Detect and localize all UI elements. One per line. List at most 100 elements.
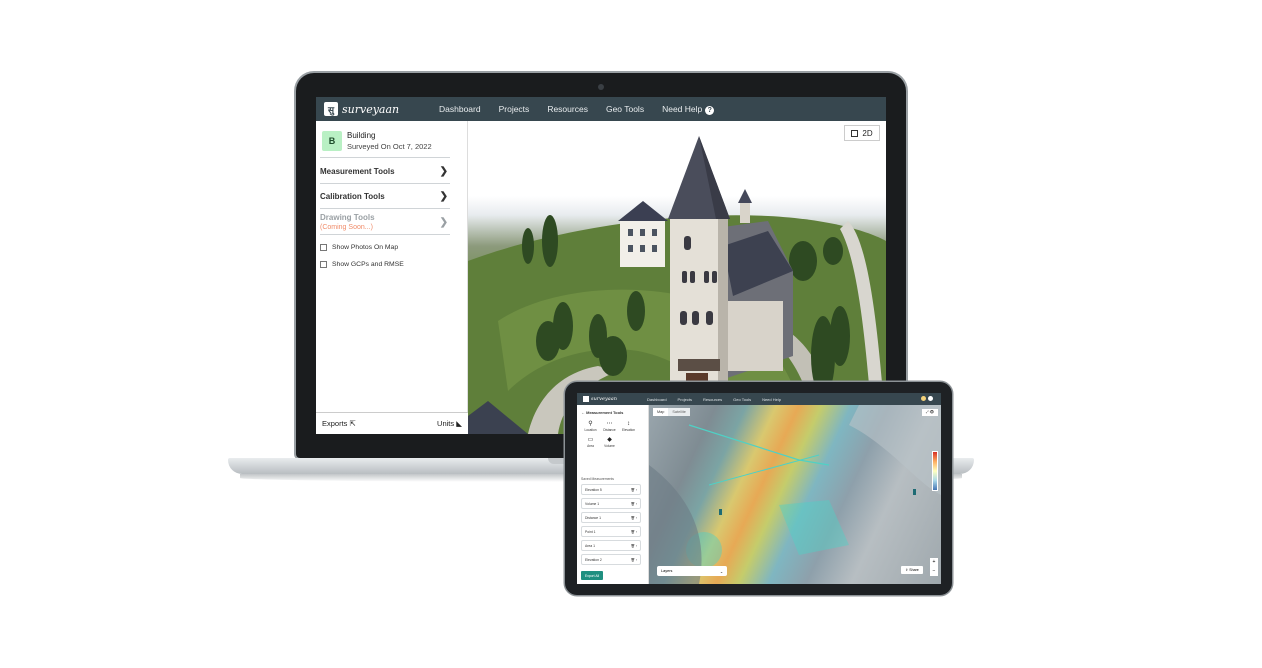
- left-sidebar: B Building Surveyed On Oct 7, 2022 Measu…: [316, 121, 468, 434]
- tool-location-label: Location: [584, 428, 597, 432]
- list-item[interactable]: Area 1 🗑 ›: [581, 540, 641, 551]
- square-icon: [851, 129, 859, 137]
- list-item[interactable]: Volume 1 🗑 ›: [581, 498, 641, 509]
- trash-icon[interactable]: 🗑 ›: [631, 488, 637, 492]
- units-button[interactable]: Units ◣: [437, 419, 462, 428]
- logo-mark-icon: सु: [324, 102, 338, 116]
- units-label: Units: [437, 419, 455, 428]
- project-card[interactable]: B Building Surveyed On Oct 7, 2022: [322, 131, 450, 155]
- divider: [320, 234, 450, 235]
- zoom-controls[interactable]: + −: [930, 558, 938, 576]
- user-avatar-icon[interactable]: [928, 396, 933, 401]
- tool-area-label: Area: [587, 444, 594, 448]
- tablet-nav-need-help[interactable]: Need Help: [762, 397, 781, 402]
- volume-icon: ◆: [607, 437, 612, 443]
- trash-icon[interactable]: 🗑 ›: [631, 502, 637, 506]
- nav-need-help-label: Need Help: [662, 103, 703, 114]
- measurement-name: Point 1: [585, 529, 596, 534]
- nav-dashboard[interactable]: Dashboard: [439, 104, 481, 115]
- tool-elevation[interactable]: ↕ Elevation: [619, 421, 638, 437]
- tablet-nav-resources[interactable]: Resources: [703, 397, 722, 402]
- sidebar-footer: Exports ⇱ Units ◣: [316, 412, 468, 434]
- trash-icon[interactable]: 🗑 ›: [631, 516, 637, 520]
- tablet-navbar: surveyaan Dashboard Projects Resources G…: [577, 393, 941, 405]
- export-icon: ⇱: [349, 419, 356, 428]
- tool-volume-label: Volume: [604, 444, 615, 448]
- layers-dropdown[interactable]: Layers ⌄: [657, 566, 727, 576]
- show-gcps-label: Show GCPs and RMSE: [332, 261, 404, 268]
- tablet-nav-projects[interactable]: Projects: [678, 397, 692, 402]
- tablet-screen: surveyaan Dashboard Projects Resources G…: [577, 393, 941, 584]
- chevron-down-icon: ⌄: [719, 569, 723, 574]
- list-item[interactable]: Elevation 5 🗑 ›: [581, 484, 641, 495]
- map-type-tabs: Map Satellite: [653, 408, 690, 416]
- project-name: Building: [347, 131, 376, 140]
- tablet-tool-grid: ⚲ Location ⋯ Distance ↕ Elevation ▭ Area ◆ Vo…: [581, 421, 645, 453]
- tool-distance[interactable]: ⋯ Distance: [600, 421, 619, 437]
- tablet-brand-name: surveyaan: [591, 396, 617, 402]
- brand-logo[interactable]: सु surveyaan: [324, 102, 424, 116]
- drawing-tools-label: Drawing Tools: [320, 213, 375, 222]
- drawing-tools-row: Drawing Tools (Coming Soon...) ❯: [320, 209, 450, 235]
- list-item[interactable]: Elevation 2 🗑 ›: [581, 554, 641, 565]
- ruler-triangle-icon: ◣: [456, 419, 462, 428]
- tab-satellite[interactable]: Satellite: [668, 408, 690, 416]
- show-photos-label: Show Photos On Map: [332, 244, 399, 251]
- measurement-tools-row[interactable]: Measurement Tools ❯: [320, 159, 450, 183]
- share-button[interactable]: ⇪ Share: [901, 566, 923, 574]
- show-photos-toggle[interactable]: Show Photos On Map: [320, 244, 398, 251]
- nav-geo-tools[interactable]: Geo Tools: [606, 104, 644, 115]
- tablet-panel-title-text: Measurement Tools: [586, 410, 624, 415]
- area-icon: ▭: [587, 437, 594, 443]
- measurement-name: Area 1: [585, 543, 595, 548]
- elevation-icon: ↕: [627, 421, 630, 427]
- measurement-name: Elevation 2: [585, 557, 602, 562]
- tool-elevation-label: Elevation: [621, 428, 636, 432]
- brand-name: surveyaan: [342, 102, 400, 116]
- trash-icon[interactable]: 🗑 ›: [631, 530, 637, 534]
- coming-soon-note: (Coming Soon...): [320, 224, 373, 231]
- measurement-name: Elevation 5: [585, 487, 602, 492]
- trash-icon[interactable]: 🗑 ›: [631, 558, 637, 562]
- nav-projects[interactable]: Projects: [499, 104, 530, 115]
- location-pin-icon: ⚲: [588, 421, 593, 427]
- notification-icon[interactable]: [921, 396, 926, 401]
- tablet-logo-icon[interactable]: [583, 396, 589, 402]
- fullscreen-icon[interactable]: ⤢ 👁: [922, 409, 938, 416]
- tool-distance-label: Distance: [603, 428, 616, 432]
- tool-area[interactable]: ▭ Area: [581, 437, 600, 453]
- elevation-map-overlay: [649, 405, 941, 584]
- checkbox-icon[interactable]: [320, 261, 327, 268]
- layers-label: Layers: [661, 569, 673, 573]
- tab-map[interactable]: Map: [653, 408, 669, 416]
- nav-need-help[interactable]: Need Help?: [662, 103, 715, 115]
- calibration-tools-row[interactable]: Calibration Tools ❯: [320, 184, 450, 208]
- list-item[interactable]: Point 1 🗑 ›: [581, 526, 641, 537]
- export-all-button[interactable]: Export All: [581, 571, 603, 580]
- tool-volume[interactable]: ◆ Volume: [600, 437, 619, 453]
- help-icon: ?: [705, 105, 715, 115]
- tablet-map[interactable]: Map Satellite ⤢ 👁 Layers ⌄ ⇪ Share + −: [649, 405, 941, 584]
- checkbox-icon[interactable]: [320, 244, 327, 251]
- list-item[interactable]: Distance 1 🗑 ›: [581, 512, 641, 523]
- exports-label: Exports: [322, 419, 348, 428]
- back-arrow-icon[interactable]: ←: [581, 410, 585, 415]
- tablet-panel-title: ← Measurement Tools: [581, 410, 623, 415]
- calibration-tools-label: Calibration Tools: [320, 191, 385, 201]
- exports-button[interactable]: Exports ⇱: [322, 419, 356, 428]
- tablet-nav-geo-tools[interactable]: Geo Tools: [733, 397, 751, 402]
- tool-location[interactable]: ⚲ Location: [581, 421, 600, 437]
- saved-measurements-title: Saved Measurements: [581, 477, 614, 481]
- trash-icon[interactable]: 🗑 ›: [631, 544, 637, 548]
- project-badge: B: [322, 131, 342, 151]
- show-gcps-toggle[interactable]: Show GCPs and RMSE: [320, 261, 404, 268]
- laptop-camera: [598, 84, 604, 90]
- view-2d-toggle[interactable]: 2D: [844, 125, 880, 141]
- measurement-name: Distance 1: [585, 515, 602, 520]
- top-navbar: सु surveyaan Dashboard Projects Resource…: [316, 97, 886, 121]
- nav-resources[interactable]: Resources: [547, 104, 588, 115]
- tablet-nav-dashboard[interactable]: Dashboard: [647, 397, 667, 402]
- share-label: Share: [909, 568, 919, 572]
- tablet-measurement-panel: ← Measurement Tools ⚲ Location ⋯ Distance …: [577, 405, 649, 584]
- project-surveyed-date: Surveyed On Oct 7, 2022: [347, 142, 432, 151]
